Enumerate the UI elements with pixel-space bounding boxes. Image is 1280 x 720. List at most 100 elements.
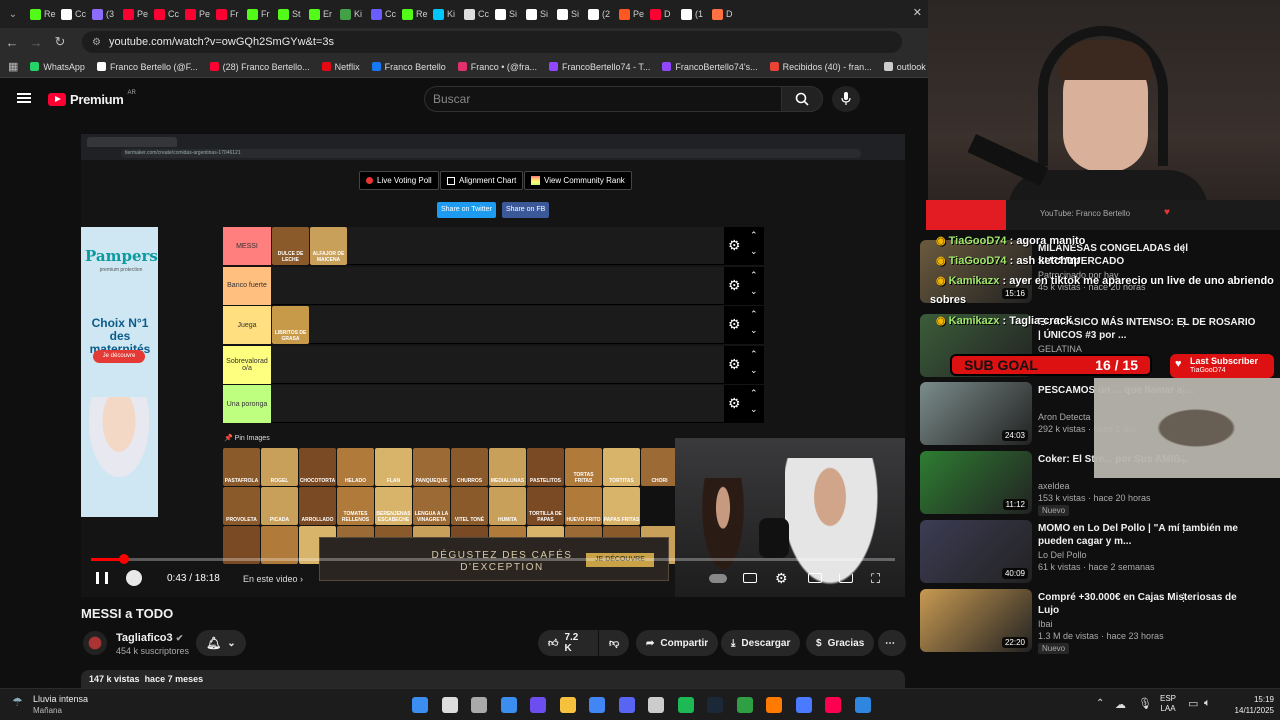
move-down-icon[interactable]: ⌄ — [750, 404, 758, 415]
tier-settings-icon[interactable]: ⚙ — [728, 237, 741, 254]
recommended-video[interactable]: 40:09 MOMO en Lo Del Pollo | "A mí tambié… — [920, 520, 1270, 583]
channel-avatar[interactable] — [83, 631, 107, 655]
taskbar-app-icon[interactable] — [677, 697, 694, 713]
menu-icon[interactable] — [17, 93, 31, 103]
subscribe-bell-button[interactable]: 🔔︎ ⌄ — [196, 630, 246, 656]
pool-food-item[interactable]: PROVOLETA — [223, 487, 260, 525]
taskbar-app-icon[interactable] — [766, 697, 782, 713]
move-up-icon[interactable]: ⌃ — [750, 388, 758, 399]
browser-tab[interactable]: Pe — [615, 3, 646, 25]
bookmark-item[interactable]: FrancoBertello74's... — [662, 62, 758, 72]
youtube-logo[interactable]: Premium AR — [48, 90, 136, 107]
move-down-icon[interactable]: ⌄ — [750, 325, 758, 336]
site-info-icon[interactable]: ⚙ — [92, 37, 101, 48]
browser-tab[interactable]: (3 — [88, 3, 119, 25]
url-bar[interactable]: ⚙ youtube.com/watch?v=owGQh2SmGYw&t=3s — [82, 31, 902, 53]
pool-food-item[interactable]: FLAN — [375, 448, 412, 486]
pool-food-item[interactable]: LENGUA A LA VINAGRETA — [413, 487, 450, 525]
ad-cta-button[interactable]: Je découvre — [93, 350, 145, 363]
taskbar-app-icon[interactable] — [707, 697, 723, 713]
taskbar-app-icon[interactable] — [500, 697, 517, 713]
browser-tab[interactable]: Si — [553, 3, 584, 25]
autoplay-toggle[interactable] — [709, 574, 727, 583]
reload-icon[interactable]: ↻ — [48, 34, 72, 50]
taskbar-app-icon[interactable] — [471, 697, 487, 713]
settings-icon[interactable]: ⚙ — [775, 570, 788, 587]
dislike-button[interactable]: 👎︎ — [599, 630, 629, 656]
tier-food-item[interactable]: ALFAJOR DE MAICENA — [310, 227, 347, 265]
browser-tab[interactable]: Si — [522, 3, 553, 25]
taskbar-app-icon[interactable] — [648, 697, 664, 713]
pool-food-item[interactable]: TORTAS FRITAS — [565, 448, 602, 486]
pampers-ad[interactable]: Pampers premium protection Choix N°1 des… — [81, 227, 158, 517]
pool-food-item[interactable]: ROGEL — [261, 448, 298, 486]
alignment-chart-button[interactable]: Alignment Chart — [440, 171, 524, 190]
live-voting-poll-button[interactable]: Live Voting Poll — [359, 171, 439, 190]
move-down-icon[interactable]: ⌄ — [750, 246, 758, 257]
tier-settings-icon[interactable]: ⚙ — [728, 316, 741, 333]
pool-food-item[interactable]: PAPAS FRITAS — [603, 487, 640, 525]
browser-tab[interactable]: Fr — [243, 3, 274, 25]
move-down-icon[interactable]: ⌄ — [750, 365, 758, 376]
browser-tab[interactable]: Si — [491, 3, 522, 25]
share-twitter-button[interactable]: Share on Twitter — [437, 202, 496, 218]
taskbar-app-icon[interactable] — [589, 697, 605, 713]
back-icon[interactable]: ← — [0, 35, 24, 50]
pool-food-item[interactable]: HUEVO FRITO — [565, 487, 602, 525]
browser-tab[interactable]: Re — [26, 3, 57, 25]
video-thumbnail[interactable]: 40:09 — [920, 520, 1032, 583]
pool-food-item[interactable]: HUMITA — [489, 487, 526, 525]
progress-track[interactable] — [91, 554, 895, 564]
pool-food-item[interactable]: PANQUEQUE — [413, 448, 450, 486]
tier-food-item[interactable]: DULCE DE LECHE — [272, 227, 309, 265]
taskbar-app-icon[interactable] — [854, 697, 871, 713]
pool-food-item[interactable]: PASTAFROLA — [223, 448, 260, 486]
taskbar-app-icon[interactable] — [559, 697, 576, 713]
tier-settings-icon[interactable]: ⚙ — [728, 395, 741, 412]
pool-food-item[interactable]: BERENJENAS ESCABECHE — [375, 487, 412, 525]
move-up-icon[interactable]: ⌃ — [750, 349, 758, 360]
browser-tab[interactable]: D — [646, 3, 677, 25]
bookmark-item[interactable]: Franco Bertello (@F... — [96, 62, 198, 72]
taskbar-app-icon[interactable] — [412, 697, 428, 713]
taskbar-app-icon[interactable] — [618, 697, 635, 713]
search-button[interactable] — [781, 86, 823, 112]
bookmark-item[interactable]: Franco Bertello — [371, 62, 446, 72]
browser-tab[interactable]: D — [708, 3, 739, 25]
tier-label[interactable]: Sobrevalorad o/a — [223, 345, 271, 384]
pause-button[interactable] — [96, 572, 108, 584]
tier-label[interactable]: Juega — [223, 306, 271, 344]
tier-settings-icon[interactable]: ⚙ — [728, 277, 741, 294]
scrubber-handle[interactable] — [119, 554, 129, 564]
move-down-icon[interactable]: ⌄ — [750, 286, 758, 297]
browser-tab[interactable]: Pe — [119, 3, 150, 25]
tier-label[interactable]: MESSI — [223, 227, 271, 265]
community-rank-button[interactable]: View Community Rank — [524, 171, 632, 190]
description-box[interactable]: 147 k vistas hace 7 meses — [81, 670, 905, 688]
video-channel[interactable]: Ibai — [1038, 619, 1053, 629]
bookmark-item[interactable]: Netflix — [321, 62, 360, 72]
pool-food-item[interactable]: VITEL TONÉ — [451, 487, 488, 525]
onedrive-icon[interactable]: ☁ — [1115, 698, 1126, 711]
pool-food-item[interactable]: TOMATES RELLENOS — [337, 487, 374, 525]
bookmark-item[interactable]: Recibidos (40) - fran... — [769, 62, 872, 72]
recommended-video[interactable]: 22:20 Compré +30.000€ en Cajas Misteriosa… — [920, 589, 1270, 654]
cast-icon[interactable] — [839, 573, 853, 583]
network-icon[interactable]: ▭ — [1188, 697, 1198, 710]
video-thumbnail[interactable]: 11:12 — [920, 451, 1032, 514]
tier-row[interactable]: Banco fuerte — [223, 266, 763, 305]
more-actions-button[interactable]: ⋯ — [878, 630, 906, 656]
browser-tab[interactable]: Cc — [57, 3, 88, 25]
pool-food-item[interactable]: TORTILLA DE PAPAS — [527, 487, 564, 525]
video-channel[interactable]: axeldea — [1038, 481, 1070, 491]
browser-tab[interactable]: (1 — [677, 3, 708, 25]
pool-food-item[interactable]: MEDIALUNAS — [489, 448, 526, 486]
video-title[interactable]: MOMO en Lo Del Pollo | "A mí también me … — [1038, 522, 1258, 548]
move-up-icon[interactable]: ⌃ — [750, 270, 758, 281]
apps-grid-icon[interactable]: ▦ — [8, 60, 18, 73]
bookmark-item[interactable]: Franco • (@fra... — [457, 62, 537, 72]
taskbar-app-icon[interactable] — [441, 697, 458, 713]
chapter-label[interactable]: En este video › — [243, 574, 303, 584]
pool-food-item[interactable]: CHOCOTORTA — [299, 448, 336, 486]
move-up-icon[interactable]: ⌃ — [750, 309, 758, 320]
